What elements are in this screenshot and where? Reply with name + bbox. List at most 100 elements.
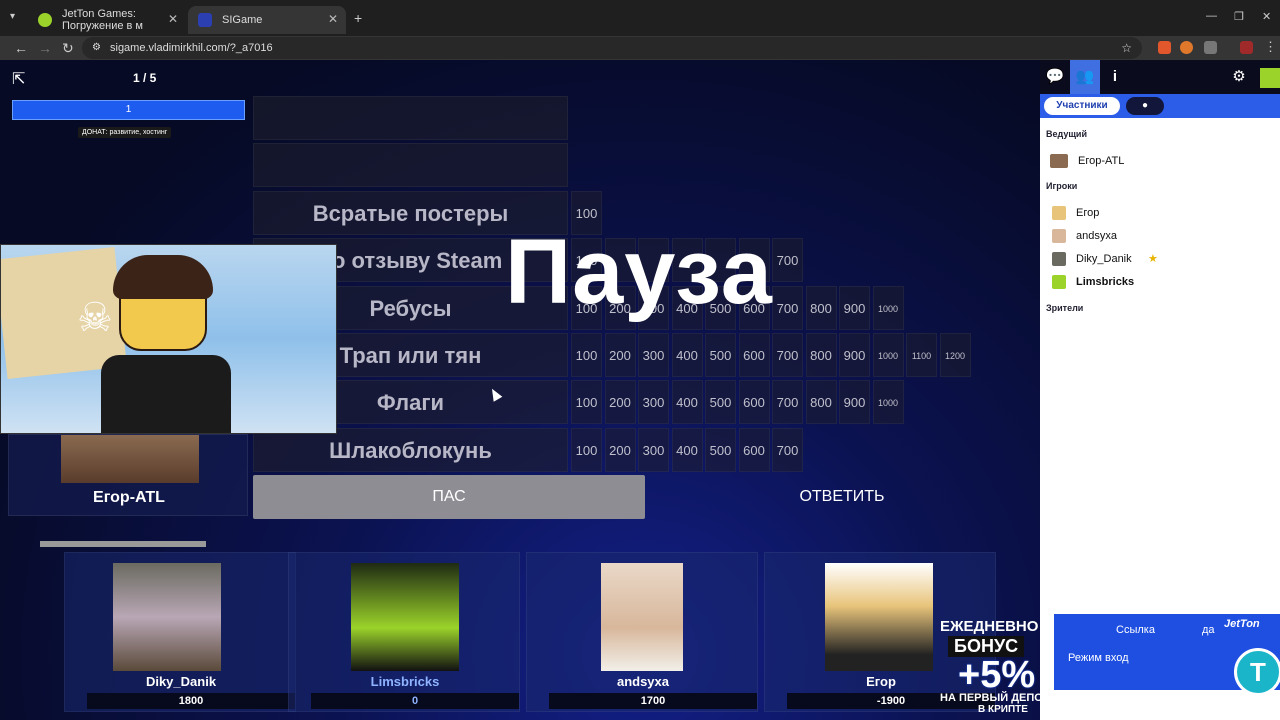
- question-cell[interactable]: 800: [805, 333, 837, 377]
- question-cell[interactable]: 900: [839, 333, 870, 377]
- question-cell[interactable]: 600: [738, 380, 770, 424]
- question-cell[interactable]: 200: [604, 333, 636, 377]
- close-window-icon[interactable]: ✕: [1262, 10, 1271, 23]
- exit-game-icon[interactable]: ⇱: [12, 69, 25, 89]
- sidebar-player[interactable]: Limsbricks: [1052, 274, 1134, 290]
- question-cell[interactable]: 900: [839, 286, 870, 330]
- question-cell[interactable]: 700: [772, 238, 803, 282]
- sidebar-subtabs: Участники ●: [1040, 94, 1280, 118]
- player-name: Diky_Danik: [145, 674, 217, 689]
- player-card-diky-danik[interactable]: Diky_Danik 1800: [64, 552, 296, 712]
- player-card-andsyxa[interactable]: andsyxa 1700: [526, 552, 758, 712]
- host-section-title: Ведущий: [1046, 129, 1087, 139]
- minimize-icon[interactable]: —: [1206, 10, 1217, 22]
- question-cell[interactable]: 800: [805, 286, 837, 330]
- question-cell[interactable]: 300: [638, 333, 669, 377]
- forward-icon[interactable]: →: [38, 40, 52, 56]
- promo-link-text: Ссылка: [1116, 624, 1155, 636]
- player-avatar: [113, 563, 221, 671]
- skull-icon: ☠: [77, 296, 113, 340]
- donate-link[interactable]: ДОНАТ: развитие, хостинг: [78, 127, 172, 138]
- promo-line-3: +5%: [958, 654, 1036, 696]
- user-avatar[interactable]: [1260, 68, 1280, 88]
- tab-sigame[interactable]: SIGame ✕: [188, 6, 346, 34]
- player-card-limsbricks[interactable]: Limsbricks 0: [288, 552, 520, 712]
- sidebar-host[interactable]: Егор-ATL: [1050, 153, 1124, 169]
- reload-icon[interactable]: ↻: [62, 40, 74, 56]
- new-tab-button[interactable]: +: [354, 10, 362, 26]
- question-cell[interactable]: 300: [638, 428, 669, 472]
- tab-list-icon[interactable]: ▾: [10, 11, 15, 22]
- question-cell[interactable]: 800: [805, 380, 837, 424]
- extension-icon[interactable]: [1180, 41, 1193, 54]
- star-icon: ★: [1148, 253, 1158, 265]
- bookmark-star-icon[interactable]: ☆: [1121, 37, 1132, 59]
- game-topbar: ⇱ 1 / 5: [0, 60, 1040, 96]
- tab-title: SIGame: [222, 14, 263, 26]
- question-cell[interactable]: 700: [772, 333, 803, 377]
- question-cell[interactable]: 700: [772, 428, 803, 472]
- host-name: Егор-ATL: [93, 489, 165, 506]
- player-score: 1800: [87, 693, 295, 709]
- extension-icon[interactable]: [1158, 41, 1171, 54]
- restore-icon[interactable]: ❐: [1234, 10, 1244, 23]
- timer-tab[interactable]: ●: [1126, 97, 1164, 115]
- back-icon[interactable]: ←: [14, 40, 28, 56]
- promo-line-5: В КРИПТЕ: [978, 704, 1028, 715]
- participants-icon[interactable]: 👥: [1070, 60, 1100, 94]
- question-cell[interactable]: 600: [738, 333, 770, 377]
- sidebar-player[interactable]: andsyxa: [1052, 228, 1117, 244]
- question-cell[interactable]: 1200: [939, 333, 971, 377]
- promo-brand: JetTon: [1224, 618, 1260, 630]
- question-cell[interactable]: 500: [705, 333, 736, 377]
- question-cell[interactable]: 700: [772, 380, 803, 424]
- question-cell[interactable]: 400: [671, 333, 703, 377]
- host-card: Егор-ATL: [8, 434, 248, 516]
- question-cell[interactable]: 1000: [872, 286, 904, 330]
- question-cell[interactable]: 700: [772, 286, 803, 330]
- close-tab-icon[interactable]: ✕: [168, 12, 178, 26]
- address-bar[interactable]: ⚙ sigame.vladimirkhil.com/?_a7016 ☆: [82, 37, 1142, 59]
- tab-jetton[interactable]: JetTon Games: Погружение в м ✕: [28, 6, 186, 34]
- extensions-puzzle-icon[interactable]: [1204, 41, 1217, 54]
- answer-button[interactable]: ОТВЕТИТЬ: [646, 475, 1038, 519]
- participants-tab[interactable]: Участники: [1044, 97, 1120, 115]
- question-cell[interactable]: 400: [671, 380, 703, 424]
- question-cell[interactable]: 1100: [906, 333, 937, 377]
- round-indicator: 1 / 5: [133, 71, 157, 85]
- question-cell[interactable]: 500: [705, 380, 736, 424]
- settings-icon[interactable]: ⚙: [1224, 60, 1254, 94]
- player-name: Limsbricks: [370, 674, 440, 689]
- browser-toolbar: ← → ↻ ⚙ sigame.vladimirkhil.com/?_a7016 …: [0, 36, 1280, 60]
- question-cell[interactable]: 400: [671, 428, 703, 472]
- question-cell[interactable]: 300: [638, 380, 669, 424]
- sigame-favicon-icon: [198, 13, 212, 27]
- question-cell[interactable]: 200: [604, 428, 636, 472]
- tether-logo-icon: T: [1234, 648, 1280, 696]
- host-avatar: [61, 435, 199, 483]
- info-icon[interactable]: i: [1100, 60, 1130, 94]
- question-cell[interactable]: 100: [571, 428, 602, 472]
- chat-icon[interactable]: 💬: [1040, 60, 1070, 94]
- sigame-app: ⇱ 1 / 5 1 ДОНАТ: развитие, хостинг Всрат…: [0, 60, 1280, 720]
- pass-button[interactable]: ПАС: [253, 475, 645, 519]
- promo-link-suffix: да: [1202, 624, 1215, 636]
- player-avatar: [825, 563, 933, 671]
- question-cell[interactable]: 1000: [872, 333, 904, 377]
- player-score: 1700: [549, 693, 757, 709]
- jetton-promo-overlay: Ссылка да Режим вход ЕЖЕДНЕВНО БОНУС +5%…: [934, 608, 1280, 720]
- question-cell[interactable]: 200: [604, 380, 636, 424]
- close-tab-icon[interactable]: ✕: [328, 12, 338, 26]
- question-cell[interactable]: 100: [571, 380, 602, 424]
- question-cell[interactable]: 500: [705, 428, 736, 472]
- sidebar-player[interactable]: Егор: [1052, 205, 1099, 221]
- site-info-icon[interactable]: ⚙: [92, 37, 101, 59]
- question-cell[interactable]: 1000: [872, 380, 904, 424]
- question-cell[interactable]: 100: [571, 333, 602, 377]
- browser-menu-icon[interactable]: ⋮: [1264, 39, 1277, 55]
- question-cell[interactable]: 900: [839, 380, 870, 424]
- question-cell[interactable]: 600: [738, 428, 770, 472]
- avatar: [1052, 229, 1066, 243]
- profile-avatar[interactable]: [1240, 41, 1253, 54]
- sidebar-player[interactable]: Diky_Danik ★: [1052, 251, 1158, 267]
